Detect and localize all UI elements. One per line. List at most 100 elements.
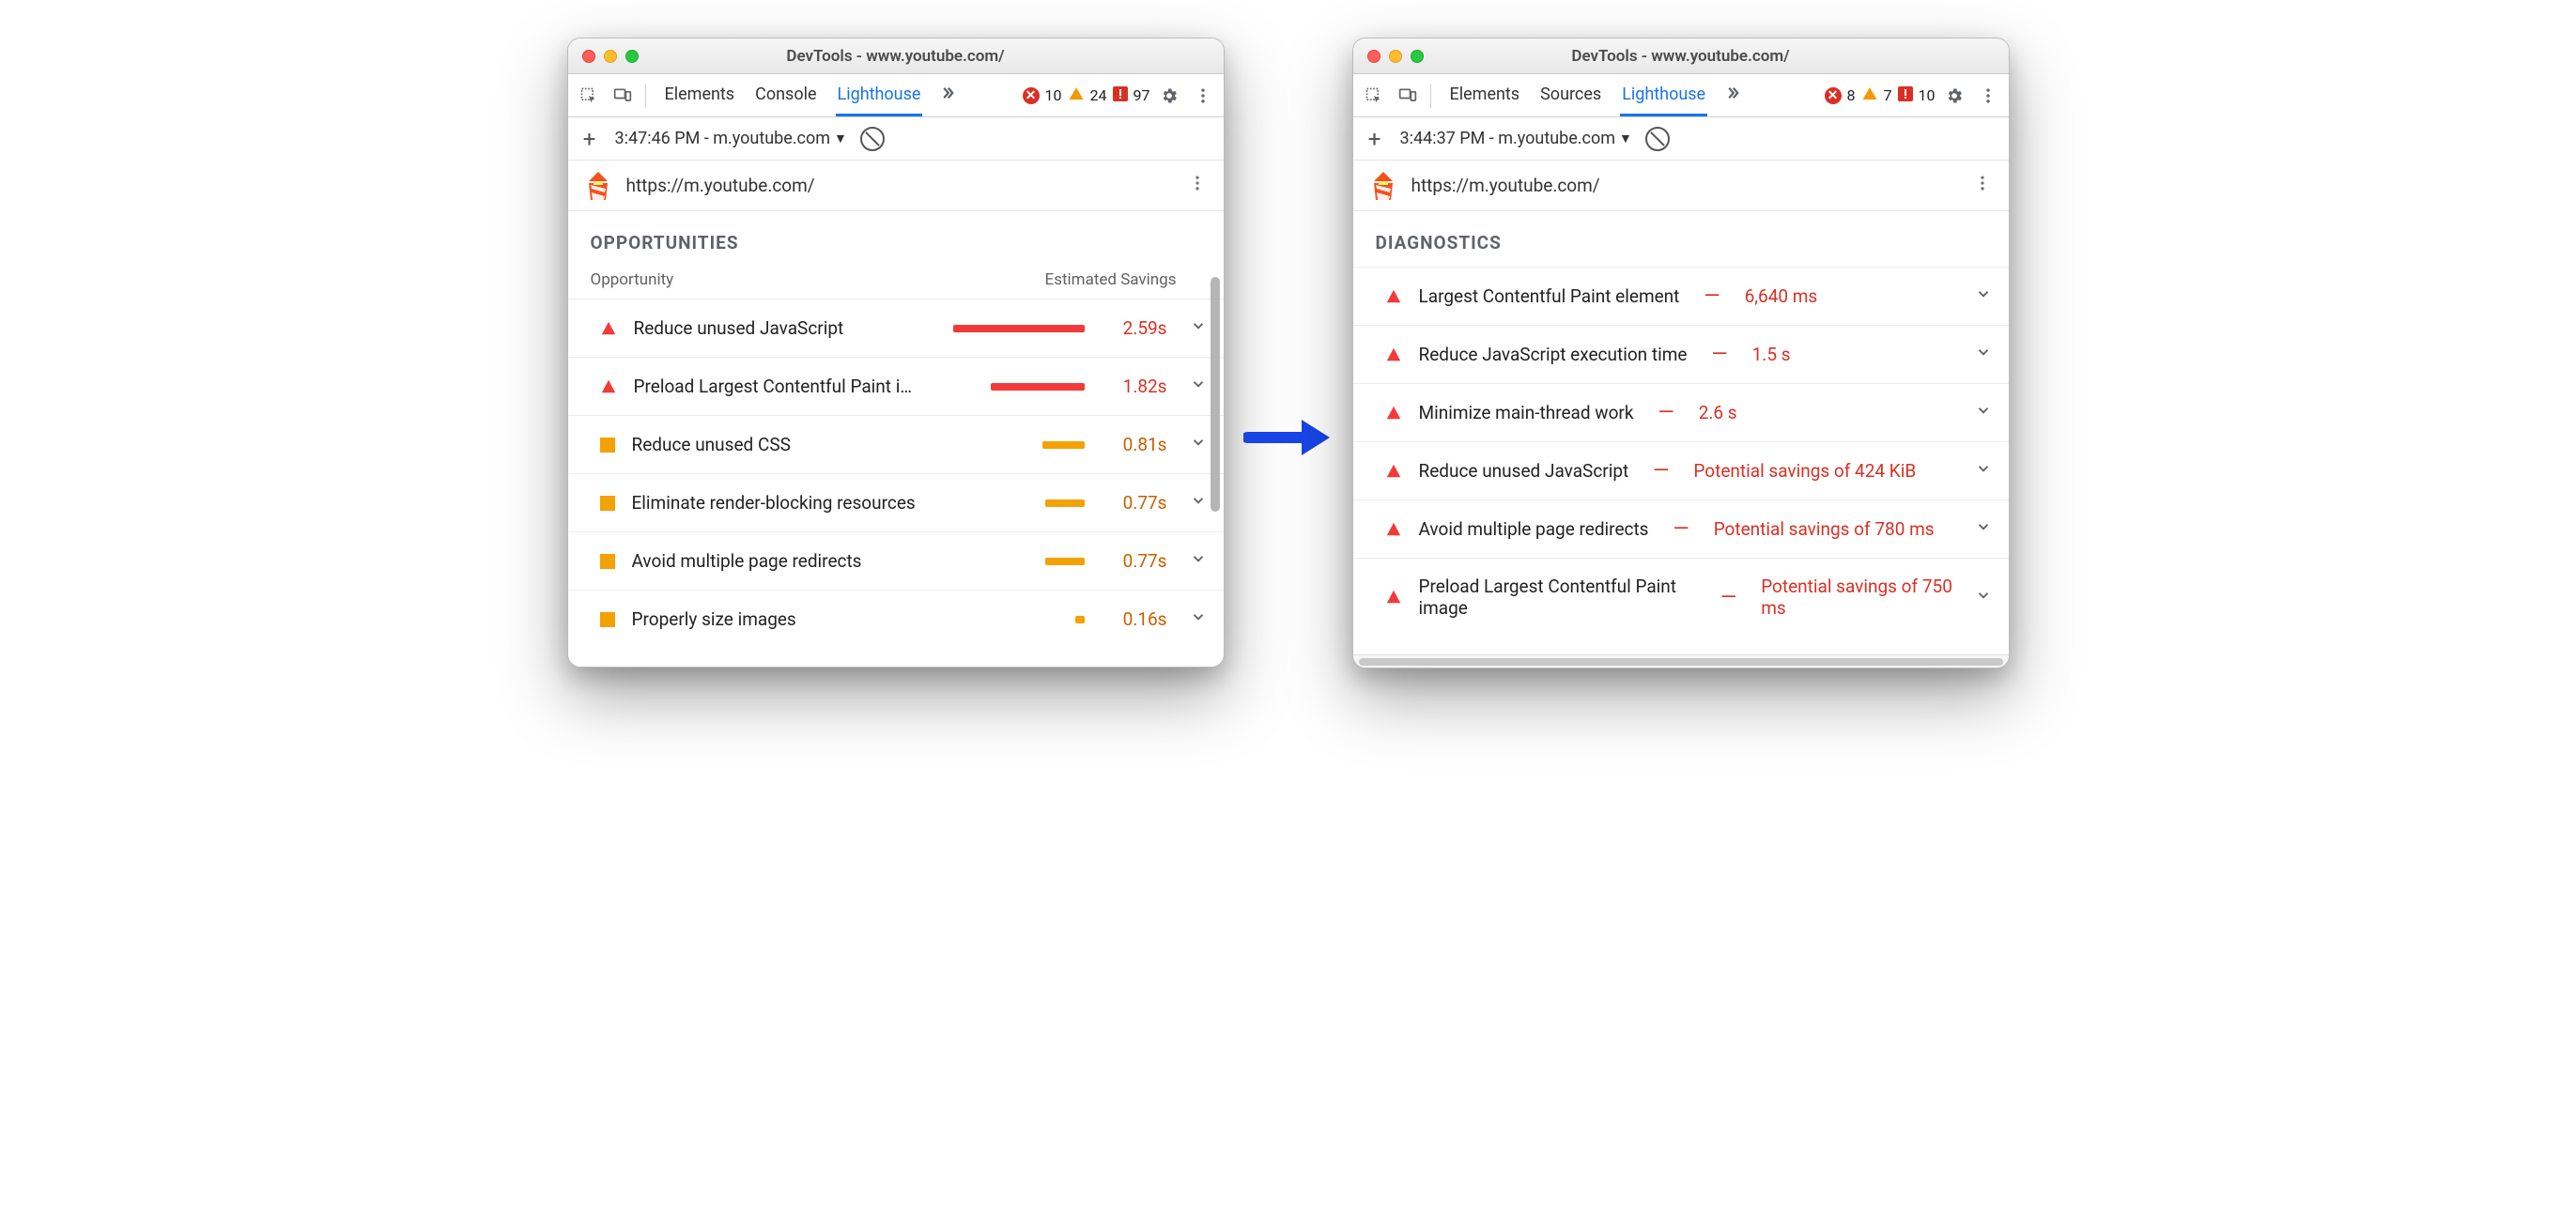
chevron-down-icon[interactable] [1190, 316, 1207, 340]
chevron-down-icon[interactable] [1190, 375, 1207, 398]
titlebar[interactable]: DevTools - www.youtube.com/ [568, 38, 1224, 74]
clear-icon[interactable] [860, 127, 885, 151]
info-icon [1113, 86, 1128, 105]
chevron-down-icon[interactable] [1975, 517, 1992, 541]
chevron-down-icon[interactable] [1975, 343, 1992, 366]
separator [1430, 84, 1431, 108]
opportunity-row[interactable]: Avoid multiple page redirects 0.77s [568, 531, 1224, 590]
scrollbar[interactable] [1211, 277, 1220, 512]
diagnostic-row[interactable]: Reduce JavaScript execution time — 1.5 s [1353, 325, 2009, 383]
tab-console[interactable]: Console [753, 74, 818, 116]
diagnostic-value: 2.6 s [1699, 402, 1737, 423]
section-title: DIAGNOSTICS [1353, 228, 2009, 267]
chevron-down-icon[interactable] [1190, 491, 1207, 515]
triangle-icon [1385, 463, 1402, 480]
diagnostic-label: Preload Largest Contentful Paint image [1419, 576, 1697, 619]
diagnostic-label: Largest Contentful Paint element [1419, 285, 1680, 307]
window-title: DevTools - www.youtube.com/ [1353, 47, 2009, 66]
kebab-icon[interactable] [1188, 81, 1218, 111]
diagnostic-row[interactable]: Reduce unused JavaScript — Potential sav… [1353, 441, 2009, 499]
issue-badges[interactable]: ✕8 7 10 [1825, 85, 1936, 106]
tab-elements[interactable]: Elements [663, 74, 737, 116]
window-title: DevTools - www.youtube.com/ [568, 47, 1224, 66]
savings-bar [944, 325, 1085, 332]
opportunity-label: Preload Largest Contentful Paint image [634, 376, 927, 397]
savings-bar [944, 558, 1085, 565]
chevron-down-icon[interactable] [1190, 607, 1207, 631]
diagnostic-label: Avoid multiple page redirects [1419, 518, 1649, 540]
more-tabs-icon[interactable] [939, 84, 956, 107]
separator [645, 84, 646, 108]
dash: — [1704, 343, 1735, 366]
dash: — [1696, 284, 1727, 308]
panel-tabs: Elements Sources Lighthouse ✕8 7 10 [1353, 74, 2009, 117]
diagnostic-value: Potential savings of 780 ms [1714, 518, 1935, 540]
diagnostic-row[interactable]: Minimize main-thread work — 2.6 s [1353, 383, 2009, 441]
opportunity-row[interactable]: Eliminate render-blocking resources 0.77… [568, 473, 1224, 531]
diagnostic-row[interactable]: Preload Largest Contentful Paint image —… [1353, 558, 2009, 636]
horizontal-scrollbar[interactable] [1353, 654, 2009, 668]
report-time: 3:44:37 PM - m.youtube.com [1400, 129, 1616, 148]
opportunity-row[interactable]: Reduce unused CSS 0.81s [568, 415, 1224, 473]
tab-sources[interactable]: Sources [1538, 74, 1603, 116]
chevron-down-icon[interactable] [1190, 433, 1207, 456]
minimize-icon[interactable] [1389, 50, 1402, 63]
diagnostic-value: 1.5 s [1752, 344, 1791, 365]
error-icon: ✕ [1023, 87, 1040, 104]
traffic-lights [1353, 50, 1424, 63]
inspect-icon[interactable] [1359, 81, 1389, 111]
savings-value: 0.81s [1102, 434, 1167, 455]
triangle-icon [1385, 346, 1402, 363]
gear-icon[interactable] [1939, 81, 1969, 111]
tab-lighthouse[interactable]: Lighthouse [836, 74, 923, 116]
inspect-icon[interactable] [574, 81, 604, 111]
info-count: 97 [1134, 86, 1150, 104]
triangle-icon [600, 378, 617, 395]
savings-bar [944, 616, 1085, 623]
device-icon[interactable] [608, 81, 638, 111]
chevron-down-icon[interactable] [1975, 459, 1992, 483]
zoom-icon[interactable] [1411, 50, 1424, 63]
dash: — [1651, 401, 1682, 424]
gear-icon[interactable] [1154, 81, 1184, 111]
new-report-button[interactable]: + [578, 126, 602, 152]
savings-bar [944, 499, 1085, 507]
opportunity-label: Reduce unused CSS [632, 434, 927, 455]
diagnostic-row[interactable]: Avoid multiple page redirects — Potentia… [1353, 499, 2009, 558]
titlebar[interactable]: DevTools - www.youtube.com/ [1353, 38, 2009, 74]
more-tabs-icon[interactable] [1724, 84, 1741, 107]
chevron-down-icon[interactable] [1975, 401, 1992, 424]
chevron-down-icon[interactable] [1975, 284, 1992, 308]
tab-elements[interactable]: Elements [1448, 74, 1522, 116]
chevron-down-icon[interactable] [1975, 586, 1992, 609]
opportunity-row[interactable]: Properly size images 0.16s [568, 590, 1224, 648]
opportunity-row[interactable]: Preload Largest Contentful Paint image 1… [568, 357, 1224, 415]
close-icon[interactable] [1367, 50, 1381, 63]
diagnostic-value: Potential savings of 750 ms [1761, 576, 1957, 619]
opportunity-row[interactable]: Reduce unused JavaScript 2.59s [568, 299, 1224, 357]
col-savings: Estimated Savings [1045, 270, 1177, 289]
report-menu-icon[interactable] [1188, 174, 1207, 198]
kebab-icon[interactable] [1973, 81, 2003, 111]
url-row: https://m.youtube.com/ [568, 161, 1224, 211]
triangle-icon [1385, 589, 1402, 606]
report-dropdown[interactable]: 3:44:37 PM - m.youtube.com ▼ [1400, 129, 1632, 148]
report-dropdown[interactable]: 3:47:46 PM - m.youtube.com ▼ [615, 129, 847, 148]
diagnostic-label: Minimize main-thread work [1419, 402, 1634, 423]
report-menu-icon[interactable] [1973, 174, 1992, 198]
diagnostic-row[interactable]: Largest Contentful Paint element — 6,640… [1353, 267, 2009, 325]
diagnostic-value: 6,640 ms [1745, 285, 1818, 307]
triangle-icon [1385, 288, 1402, 305]
square-icon [600, 554, 615, 569]
clear-icon[interactable] [1645, 127, 1670, 151]
new-report-button[interactable]: + [1363, 126, 1387, 152]
info-icon [1898, 86, 1913, 105]
close-icon[interactable] [582, 50, 595, 63]
zoom-icon[interactable] [625, 50, 639, 63]
tab-lighthouse[interactable]: Lighthouse [1620, 74, 1707, 116]
device-icon[interactable] [1393, 81, 1423, 111]
diagnostic-label: Reduce unused JavaScript [1419, 460, 1629, 482]
minimize-icon[interactable] [604, 50, 617, 63]
issue-badges[interactable]: ✕10 24 97 [1023, 85, 1150, 106]
chevron-down-icon[interactable] [1190, 549, 1207, 573]
